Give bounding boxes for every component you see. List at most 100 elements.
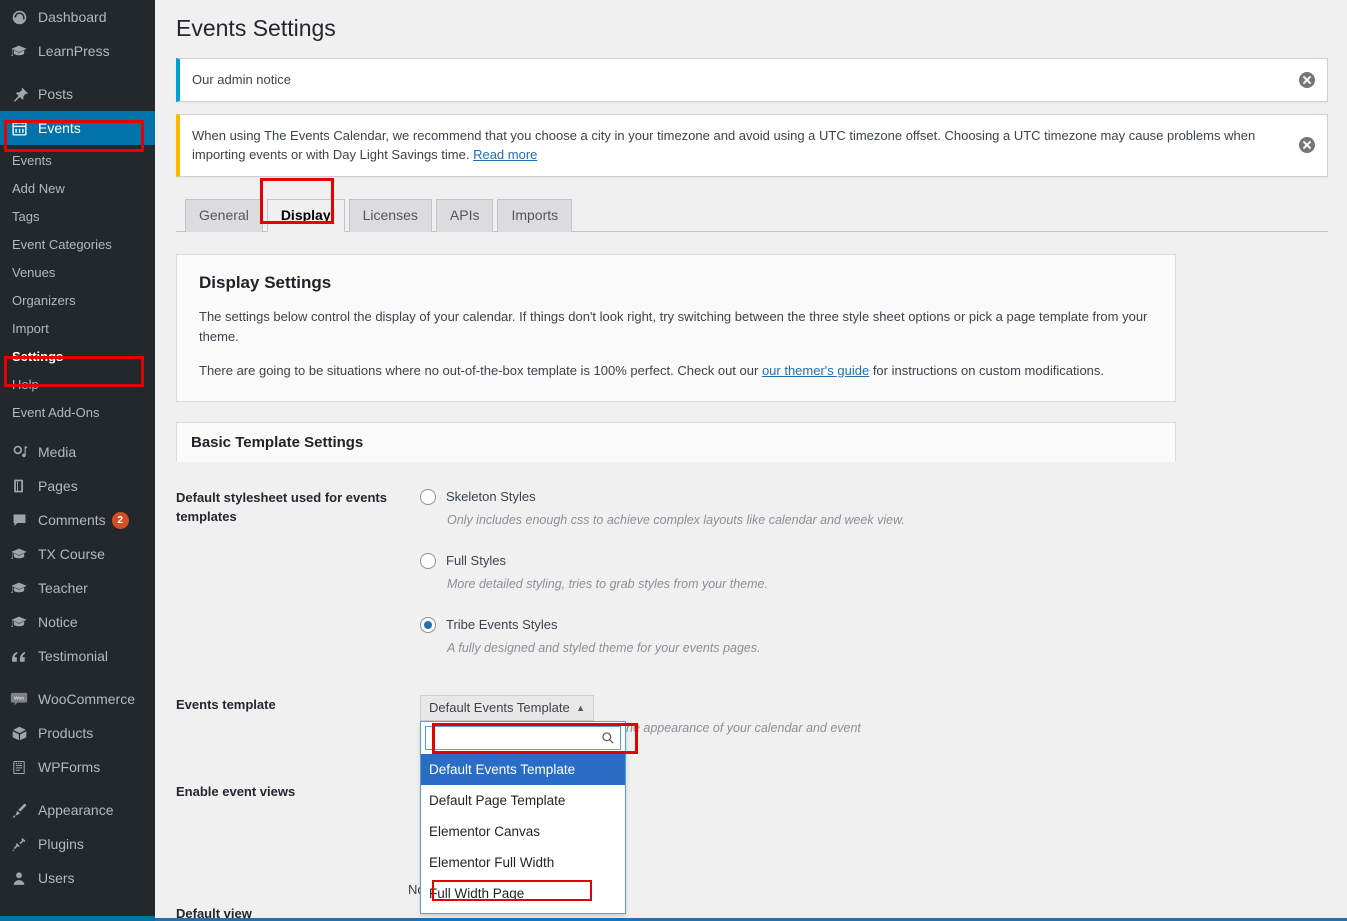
paintbrush-icon: [9, 800, 29, 820]
sidebar-subitem-add-new[interactable]: Add New: [0, 175, 155, 203]
radio-label: Skeleton Styles: [446, 488, 536, 506]
comment-count-badge: 2: [112, 512, 129, 529]
sidebar-subitem-events[interactable]: Events: [0, 147, 155, 175]
dropdown-search-wrap: [421, 722, 625, 754]
dropdown-option[interactable]: Full Width Page: [421, 878, 625, 909]
sidebar-subitem-tags[interactable]: Tags: [0, 203, 155, 231]
graduation-cap-icon: [9, 578, 29, 598]
radio-label: Tribe Events Styles: [446, 616, 558, 634]
enable-views-label: Enable event views: [176, 782, 420, 801]
admin-notice-info: Our admin notice: [176, 58, 1328, 102]
radio-label: Full Styles: [446, 552, 506, 570]
radio-line[interactable]: Tribe Events Styles: [420, 616, 1176, 634]
media-icon: [9, 442, 29, 462]
graduation-cap-icon: [9, 544, 29, 564]
paragraph-2-before: There are going to be situations where n…: [199, 363, 762, 378]
tab-general[interactable]: General: [185, 199, 263, 232]
enable-views-field-row: Enable event views: [176, 782, 1176, 801]
dropdown-search-field[interactable]: [425, 726, 621, 750]
chevron-up-icon: ▲: [576, 703, 585, 713]
display-settings-paragraph-2: There are going to be situations where n…: [199, 361, 1153, 381]
sidebar-item-woocommerce[interactable]: Woo WooCommerce: [0, 682, 155, 716]
sidebar-item-label: Pages: [38, 478, 78, 494]
sidebar-item-label: Users: [38, 870, 75, 886]
events-template-field-row: Events template he appearance of your ca…: [176, 695, 1176, 721]
sidebar-item-appearance[interactable]: Appearance: [0, 793, 155, 827]
read-more-link[interactable]: Read more: [473, 147, 537, 162]
tab-display[interactable]: Display: [267, 199, 345, 232]
sidebar-subitem-import[interactable]: Import: [0, 315, 155, 343]
stylesheet-radio-group: Skeleton Styles Only includes enough css …: [420, 488, 1176, 657]
dropdown-option[interactable]: Default Events Template: [421, 754, 625, 785]
admin-notice-timezone: When using The Events Calendar, we recom…: [176, 114, 1328, 177]
sidebar-separator: [0, 68, 155, 77]
sidebar-item-label: Notice: [38, 614, 78, 630]
sidebar-item-events[interactable]: Events: [0, 111, 155, 145]
stylesheet-option[interactable]: Skeleton Styles Only includes enough css …: [420, 488, 1176, 529]
dropdown-search-input[interactable]: [426, 727, 620, 749]
stylesheet-option[interactable]: Full StylesMore detailed styling, tries …: [420, 552, 1176, 593]
events-template-description: he appearance of your calendar and event: [626, 719, 861, 737]
sidebar-separator: [0, 673, 155, 682]
sidebar-item-comments[interactable]: Comments2: [0, 503, 155, 537]
sidebar-item-wpforms[interactable]: WPForms: [0, 750, 155, 784]
sidebar-item-pages[interactable]: Pages: [0, 469, 155, 503]
radio-line[interactable]: Skeleton Styles: [420, 488, 1176, 506]
admin-notice-text: Our admin notice: [192, 72, 291, 87]
events-template-select-toggle[interactable]: Default Events Template ▲: [420, 695, 594, 721]
sidebar-subitem-event-add-ons[interactable]: Event Add-Ons: [0, 399, 155, 427]
events-template-select-wrap: he appearance of your calendar and event…: [420, 695, 1176, 721]
sidebar-subitem-help[interactable]: Help: [0, 371, 155, 399]
sidebar-item-label: WPForms: [38, 759, 100, 775]
dismiss-notice-button[interactable]: [1297, 135, 1317, 155]
sidebar-item-testimonial[interactable]: Testimonial: [0, 639, 155, 673]
radio-button[interactable]: [420, 553, 436, 569]
stylesheet-option[interactable]: Tribe Events Styles A fully designed and …: [420, 616, 1176, 657]
sidebar-subitem-event-categories[interactable]: Event Categories: [0, 231, 155, 259]
settings-tabs: GeneralDisplayLicensesAPIsImports: [176, 199, 1328, 232]
timezone-notice-text: When using The Events Calendar, we recom…: [192, 128, 1255, 163]
sidebar-item-tx-course[interactable]: TX Course: [0, 537, 155, 571]
main-content: Events Settings Our admin notice When us…: [155, 0, 1347, 921]
radio-button[interactable]: [420, 489, 436, 505]
tab-licenses[interactable]: Licenses: [349, 199, 432, 232]
sidebar-item-learnpress[interactable]: LearnPress: [0, 34, 155, 68]
display-settings-card: Display Settings The settings below cont…: [176, 254, 1176, 402]
quote-icon: [9, 646, 29, 666]
radio-button[interactable]: [420, 617, 436, 633]
sidebar-item-media[interactable]: Media: [0, 435, 155, 469]
sidebar-subitem-venues[interactable]: Venues: [0, 259, 155, 287]
themers-guide-link[interactable]: our themer's guide: [762, 363, 869, 378]
sidebar-item-label: Testimonial: [38, 648, 108, 664]
radio-description: A fully designed and styled theme for yo…: [447, 639, 1176, 657]
sidebar-item-notice[interactable]: Notice: [0, 605, 155, 639]
tab-apis[interactable]: APIs: [436, 199, 494, 232]
sidebar-item-teacher[interactable]: Teacher: [0, 571, 155, 605]
graduation-cap-icon: [9, 41, 29, 61]
sidebar-top-group: Dashboard LearnPress Posts: [0, 0, 155, 111]
sidebar-item-products[interactable]: Products: [0, 716, 155, 750]
dropdown-option[interactable]: Elementor Full Width: [421, 847, 625, 878]
wordpress-admin-screen: DashboardLearnPressPosts Events EventsAd…: [0, 0, 1347, 921]
events-template-label: Events template: [176, 695, 420, 714]
sidebar-subitem-organizers[interactable]: Organizers: [0, 287, 155, 315]
svg-text:Woo: Woo: [14, 696, 24, 702]
sidebar-item-posts[interactable]: Posts: [0, 77, 155, 111]
radio-description: Only includes enough css to achieve comp…: [447, 511, 1176, 529]
sidebar-item-label: Dashboard: [38, 9, 107, 25]
stylesheet-field-label: Default stylesheet used for events templ…: [176, 488, 420, 526]
sidebar-item-dashboard[interactable]: Dashboard: [0, 0, 155, 34]
tab-imports[interactable]: Imports: [497, 199, 572, 232]
close-icon: [1299, 137, 1315, 153]
sidebar-item-plugins[interactable]: Plugins: [0, 827, 155, 861]
dismiss-notice-button[interactable]: [1297, 70, 1317, 90]
plug-icon: [9, 834, 29, 854]
basic-template-settings-heading: Basic Template Settings: [176, 422, 1176, 462]
dropdown-option[interactable]: Default Page Template: [421, 785, 625, 816]
sidebar-item-label: WooCommerce: [38, 691, 135, 707]
radio-line[interactable]: Full Styles: [420, 552, 1176, 570]
sidebar-item-users[interactable]: Users: [0, 861, 155, 895]
dropdown-option[interactable]: Elementor Canvas: [421, 816, 625, 847]
sidebar-separator: [0, 784, 155, 793]
sidebar-subitem-settings[interactable]: Settings: [0, 343, 155, 371]
